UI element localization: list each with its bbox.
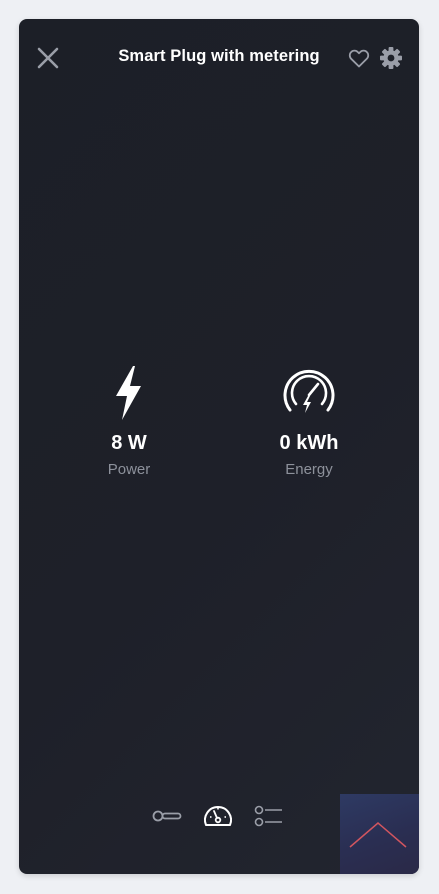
energy-meter-icon bbox=[283, 369, 335, 413]
lightning-bolt-icon bbox=[116, 366, 141, 420]
energy-label: Energy bbox=[285, 461, 333, 478]
nav-controls-tab[interactable] bbox=[150, 799, 184, 833]
settings-button[interactable] bbox=[378, 45, 404, 71]
power-metric: 8 W Power bbox=[49, 364, 209, 478]
favorite-button[interactable] bbox=[347, 46, 371, 70]
device-title: Smart Plug with metering bbox=[118, 47, 320, 65]
energy-value: 0 kWh bbox=[279, 432, 339, 454]
speedometer-icon bbox=[204, 806, 232, 826]
list-icon bbox=[254, 805, 282, 827]
close-icon bbox=[37, 47, 59, 69]
nav-metering-tab[interactable] bbox=[201, 799, 235, 833]
toggle-slider-icon bbox=[152, 810, 182, 822]
heart-outline-icon bbox=[348, 49, 370, 68]
scroll-top-button[interactable] bbox=[340, 794, 419, 874]
close-button[interactable] bbox=[33, 43, 63, 73]
gear-icon bbox=[380, 47, 402, 69]
chevron-up-icon bbox=[349, 822, 407, 848]
power-value: 8 W bbox=[111, 432, 147, 454]
card-header: Smart Plug with metering bbox=[19, 19, 419, 95]
power-label: Power bbox=[107, 461, 151, 478]
energy-metric: 0 kWh Energy bbox=[229, 364, 389, 478]
nav-details-tab[interactable] bbox=[252, 799, 286, 833]
device-card: Smart Plug with metering 8 W Power 0 kWh… bbox=[19, 19, 419, 874]
